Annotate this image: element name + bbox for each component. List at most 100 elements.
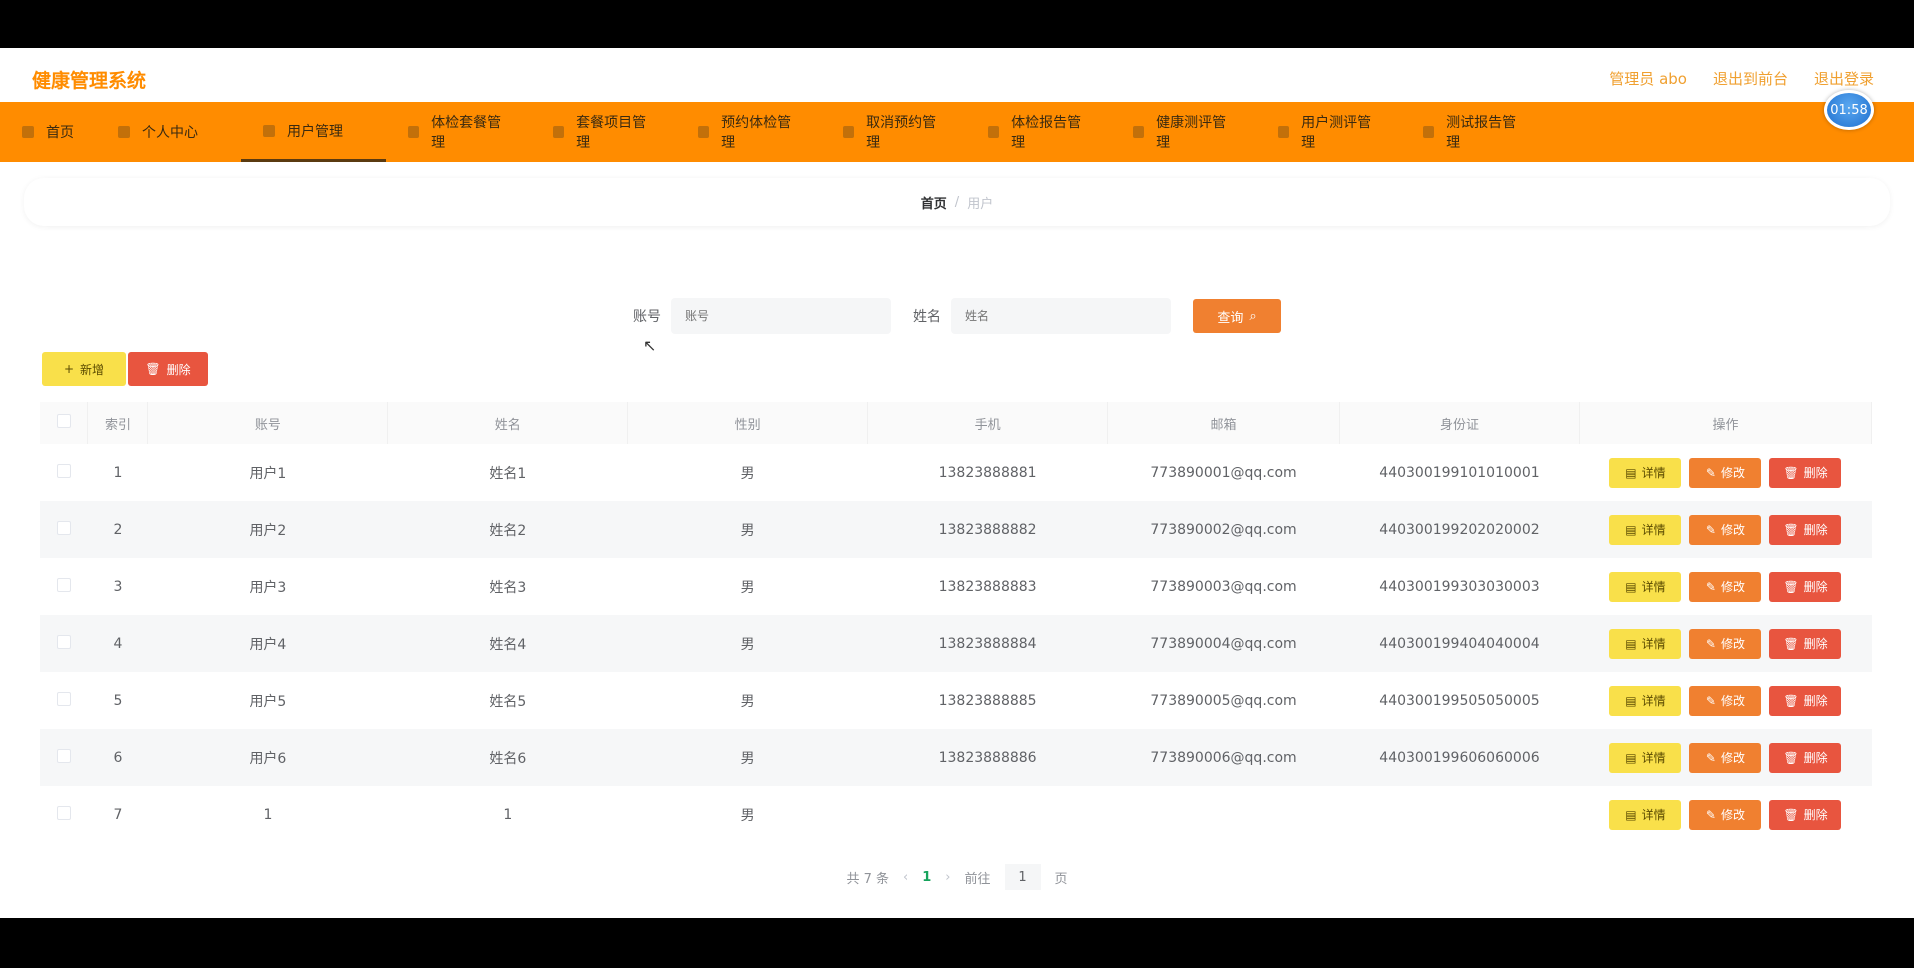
cell-email	[1108, 786, 1340, 843]
row-checkbox[interactable]	[56, 634, 71, 649]
nav-item-0[interactable]: 首页	[0, 102, 96, 162]
header-name: 姓名	[387, 402, 629, 444]
admin-user-link[interactable]: 管理员 abo	[1609, 68, 1687, 89]
nav-item-2[interactable]: 用户管理	[241, 102, 386, 162]
edit-button[interactable]: ✎ 修改	[1689, 457, 1762, 488]
cell-id-card: 440300199606060006	[1339, 729, 1580, 786]
cell-id-card: 440300199303030003	[1379, 578, 1540, 595]
cell-name: 姓名5	[489, 693, 527, 710]
edit-label: 修改	[1720, 637, 1745, 651]
row-select-cell	[40, 501, 88, 558]
nav-item-9[interactable]: 用户测评管理	[1256, 102, 1401, 162]
detail-label: 详情	[1641, 751, 1666, 765]
delete-label: 删除	[1803, 694, 1828, 708]
cell-gender: 男	[740, 807, 755, 824]
cell-name: 姓名4	[387, 615, 628, 672]
logout-link[interactable]: 退出登录	[1814, 68, 1874, 89]
edit-button[interactable]: ✎ 修改	[1689, 571, 1762, 602]
edit-button[interactable]: ✎ 修改	[1689, 742, 1762, 773]
nav-item-label: 取消预约管理	[866, 115, 937, 151]
trash-icon: 🗑	[1783, 750, 1799, 765]
nav-icon	[553, 126, 565, 138]
pencil-icon: ✎	[1705, 807, 1716, 822]
cell-account: 1	[263, 806, 273, 823]
cell-index: 5	[113, 692, 123, 709]
row-checkbox[interactable]	[56, 577, 71, 592]
nav-item-label: 用户测评管理	[1301, 115, 1372, 151]
cell-gender: 男	[627, 615, 868, 672]
delete-button[interactable]: 🗑 删除	[1769, 685, 1842, 716]
detail-button[interactable]: ▤ 详情	[1609, 571, 1682, 602]
row-checkbox[interactable]	[56, 691, 71, 706]
detail-button[interactable]: ▤ 详情	[1609, 628, 1682, 659]
nav-item-3[interactable]: 体检套餐管理	[386, 102, 531, 162]
cell-index: 4	[87, 615, 148, 672]
pager-prev-button[interactable]: ‹	[903, 870, 908, 885]
name-search-input[interactable]	[951, 298, 1171, 334]
nav-item-5[interactable]: 预约体检管理	[676, 102, 821, 162]
row-checkbox[interactable]	[56, 463, 71, 478]
cell-name: 姓名6	[387, 729, 628, 786]
nav-item-label: 套餐项目管理	[576, 115, 647, 151]
row-actions-cell: ▤ 详情 ✎ 修改 🗑 删除	[1579, 786, 1871, 843]
delete-button[interactable]: 🗑 删除	[1769, 571, 1842, 602]
table-row: 7 1 1 男 ▤ 详情 ✎ 修改 🗑 删除	[40, 786, 1872, 843]
row-actions-cell: ▤ 详情 ✎ 修改 🗑 删除	[1579, 615, 1872, 672]
batch-delete-button[interactable]: 🗑 删除	[128, 352, 208, 386]
cell-email: 773890004@qq.com	[1107, 615, 1340, 672]
edit-label: 修改	[1720, 580, 1745, 594]
cell-index: 7	[113, 806, 123, 823]
nav-item-7[interactable]: 体检报告管理	[966, 102, 1111, 162]
detail-button[interactable]: ▤ 详情	[1609, 742, 1682, 773]
pager-goto-input[interactable]	[1004, 864, 1041, 890]
nav-item-1[interactable]: 个人中心	[96, 102, 241, 162]
edit-label: 修改	[1720, 694, 1745, 708]
edit-button[interactable]: ✎ 修改	[1689, 799, 1762, 830]
detail-button[interactable]: ▤ 详情	[1609, 799, 1682, 830]
row-actions: ▤ 详情 ✎ 修改 🗑 删除	[1579, 514, 1871, 545]
delete-button[interactable]: 🗑 删除	[1769, 457, 1842, 488]
edit-button[interactable]: ✎ 修改	[1689, 514, 1762, 545]
row-checkbox[interactable]	[56, 805, 71, 820]
account-search-input[interactable]	[671, 298, 891, 334]
nav-item-10[interactable]: 测试报告管理	[1401, 102, 1546, 162]
delete-button[interactable]: 🗑 删除	[1769, 628, 1842, 659]
nav-item-label: 用户管理	[287, 123, 343, 140]
delete-button[interactable]: 🗑 删除	[1769, 514, 1842, 545]
detail-button[interactable]: ▤ 详情	[1609, 514, 1682, 545]
row-checkbox[interactable]	[56, 748, 71, 763]
delete-label: 删除	[1803, 580, 1828, 594]
delete-label: 删除	[1803, 751, 1828, 765]
pager-page-1[interactable]: 1	[922, 870, 931, 885]
pencil-icon: ✎	[1705, 579, 1716, 594]
nav-item-6[interactable]: 取消预约管理	[821, 102, 966, 162]
breadcrumb-home[interactable]: 首页	[921, 193, 947, 212]
detail-button[interactable]: ▤ 详情	[1609, 457, 1682, 488]
edit-button[interactable]: ✎ 修改	[1689, 685, 1762, 716]
cell-gender: 男	[627, 729, 868, 786]
row-actions-cell: ▤ 详情 ✎ 修改 🗑 删除	[1579, 729, 1872, 786]
trash-icon: 🗑	[1783, 579, 1799, 594]
edit-label: 修改	[1720, 808, 1745, 822]
nav-item-4[interactable]: 套餐项目管理	[531, 102, 676, 162]
delete-button[interactable]: 🗑 删除	[1769, 799, 1842, 830]
document-icon: ▤	[1625, 636, 1637, 651]
name-label: 姓名	[913, 309, 941, 325]
row-actions: ▤ 详情 ✎ 修改 🗑 删除	[1579, 628, 1871, 659]
add-button-label: 新增	[80, 362, 105, 377]
detail-button[interactable]: ▤ 详情	[1609, 685, 1682, 716]
query-button[interactable]: 查询 ⌕	[1193, 299, 1281, 333]
row-checkbox[interactable]	[56, 520, 71, 535]
add-button[interactable]: + 新增	[42, 352, 126, 386]
search-icon: ⌕	[1249, 308, 1257, 324]
select-all-checkbox[interactable]	[56, 414, 71, 428]
nav-item-8[interactable]: 健康测评管理	[1111, 102, 1256, 162]
row-actions-cell: ▤ 详情 ✎ 修改 🗑 删除	[1579, 444, 1871, 501]
pager-next-button[interactable]: ›	[945, 870, 950, 885]
delete-button[interactable]: 🗑 删除	[1769, 742, 1842, 773]
edit-button[interactable]: ✎ 修改	[1689, 628, 1762, 659]
back-to-front-link[interactable]: 退出到前台	[1713, 68, 1788, 89]
pager-page-suffix: 页	[1054, 871, 1068, 887]
pager-goto-label: 前往	[964, 871, 991, 887]
nav-icon	[843, 126, 855, 138]
